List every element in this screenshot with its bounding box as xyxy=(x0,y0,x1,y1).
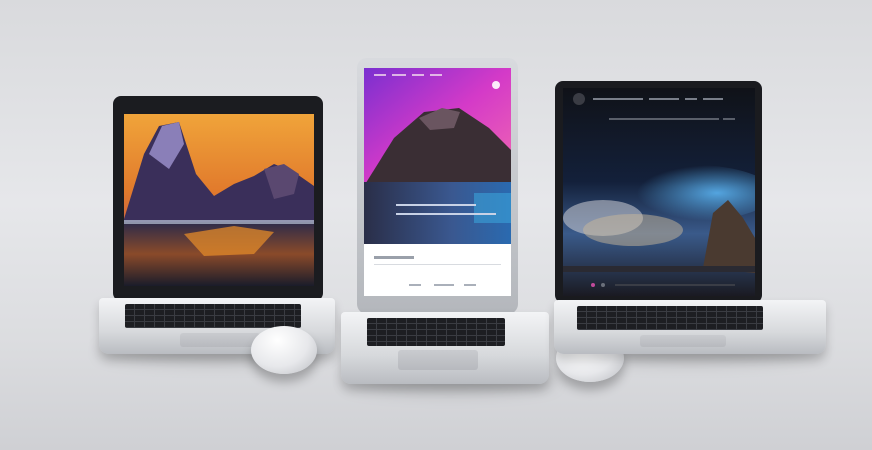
purple-mountain-wallpaper xyxy=(364,68,511,296)
left-laptop-keyboard xyxy=(125,304,301,328)
aurora-wallpaper xyxy=(563,88,755,296)
center-laptop-trackpad xyxy=(398,350,478,370)
center-laptop-screen xyxy=(364,68,511,296)
right-laptop-trackpad xyxy=(640,335,726,347)
left-mouse xyxy=(251,326,317,374)
center-laptop-keyboard xyxy=(367,318,505,346)
left-laptop-screen xyxy=(124,114,314,286)
mountain-lake-wallpaper xyxy=(124,114,314,286)
left-laptop-trackpad xyxy=(180,333,260,347)
right-laptop-screen xyxy=(563,88,755,296)
right-laptop-keyboard xyxy=(577,306,763,330)
product-scene xyxy=(0,0,872,450)
